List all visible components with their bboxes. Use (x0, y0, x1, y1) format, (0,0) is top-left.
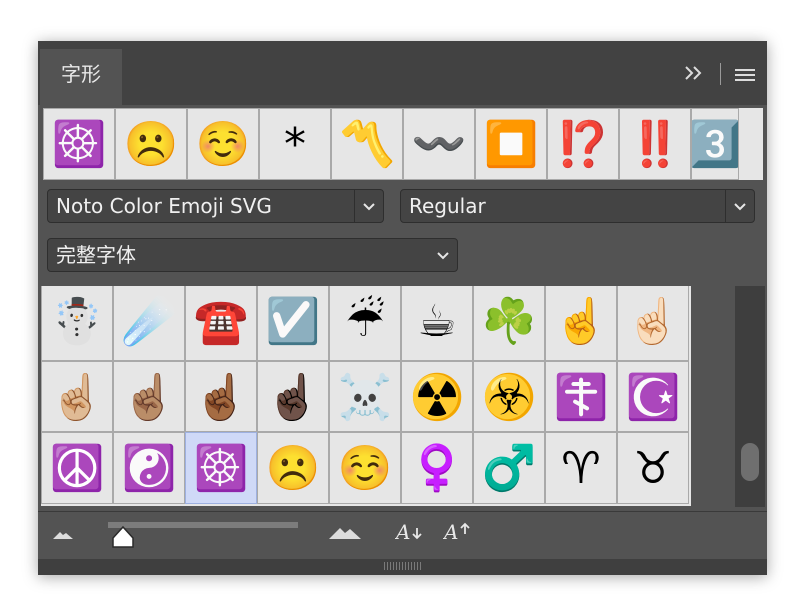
glyph-cell[interactable]: ☑️ (257, 286, 329, 361)
glyph-filter-value: 完整字体 (56, 243, 136, 267)
recent-glyph-cell[interactable]: * (259, 108, 331, 180)
svg-text:A: A (443, 520, 458, 543)
glyphs-tab-label: 字形 (61, 62, 101, 86)
glyph-cell[interactable]: ☣️ (473, 361, 545, 432)
mountain-small-icon[interactable] (52, 530, 74, 540)
glyph-cell[interactable]: ☮️ (41, 432, 113, 504)
scrollbar-thumb[interactable] (741, 443, 759, 481)
svg-text:A: A (395, 520, 410, 544)
glyph-cell[interactable]: ☝🏻 (617, 286, 689, 361)
glyph-cell[interactable]: ☺️ (329, 432, 401, 504)
recent-glyph-cell[interactable]: ☺️ (187, 108, 259, 180)
panel-tab-bar: 字形 (38, 41, 767, 105)
tab-divider (720, 63, 721, 85)
chevron-down-icon (437, 252, 449, 260)
chevron-down-icon (363, 203, 375, 211)
recent-glyph-cell[interactable]: 〰️ (403, 108, 475, 180)
recent-glyph-cell[interactable]: ⁉️ (547, 108, 619, 180)
glyph-cell[interactable]: ♂️ (473, 432, 545, 504)
resize-grip[interactable] (384, 562, 422, 570)
recent-glyph-cell[interactable]: ☸️ (43, 108, 115, 180)
glyph-cell[interactable]: ☹️ (257, 432, 329, 504)
font-size-decrease-icon[interactable]: A (395, 519, 427, 545)
chevron-down-icon (734, 203, 746, 211)
recent-glyph-cell[interactable]: ‼️ (619, 108, 691, 180)
glyph-cell[interactable]: ☄️ (113, 286, 185, 361)
font-size-increase-icon[interactable]: A (443, 517, 475, 543)
glyph-cell[interactable]: ♀️ (401, 432, 473, 504)
dropdown-divider (725, 190, 726, 222)
glyph-cell[interactable]: ☠️ (329, 361, 401, 432)
glyph-cell[interactable]: ☯️ (113, 432, 185, 504)
glyph-cell[interactable]: ☪️ (617, 361, 689, 432)
glyph-cell[interactable]: ☝🏾 (185, 361, 257, 432)
glyph-cell[interactable]: ☔ (329, 286, 401, 361)
glyphs-panel: 字形 ☸️☹️☺️*〽️〰️⏹️⁉️‼️3️⃣ Noto Color Emoji… (38, 41, 767, 575)
font-style-dropdown[interactable]: Regular (400, 189, 755, 223)
recent-glyph-cell[interactable]: ☹️ (115, 108, 187, 180)
glyph-grid: ☃️ ☄️ ☎️ ☑️ ☔ ☕ ☘️ ☝️ ☝🏻 ☝🏼 ☝🏽 ☝🏾 ☝🏿 ☠️ ☢️ ☣️ ☦️ ☪️ ☮️ ☯️ ☸️… (41, 286, 691, 506)
glyph-cell[interactable]: ☢️ (401, 361, 473, 432)
glyph-cell[interactable]: ☝🏿 (257, 361, 329, 432)
glyph-size-slider-track[interactable] (108, 522, 298, 528)
glyph-cell[interactable]: ☝️ (545, 286, 617, 361)
glyph-cell[interactable]: ☎️ (185, 286, 257, 361)
recent-glyph-cell[interactable]: 3️⃣ (691, 108, 739, 180)
recent-glyph-cell[interactable]: ⏹️ (475, 108, 547, 180)
glyph-cell[interactable]: ♈ (545, 432, 617, 504)
glyph-cell[interactable]: ☸️ (185, 432, 257, 504)
recent-glyphs-strip: ☸️☹️☺️*〽️〰️⏹️⁉️‼️3️⃣ (43, 108, 763, 180)
glyph-cell[interactable]: ☕ (401, 286, 473, 361)
font-style-value: Regular (409, 194, 486, 218)
glyph-size-slider-thumb[interactable] (110, 525, 136, 549)
glyph-filter-dropdown[interactable]: 完整字体 (47, 238, 458, 272)
font-family-dropdown[interactable]: Noto Color Emoji SVG (47, 189, 384, 223)
hamburger-menu-icon[interactable] (734, 68, 756, 82)
font-family-value: Noto Color Emoji SVG (56, 194, 272, 218)
glyphs-tab[interactable]: 字形 (40, 49, 122, 105)
double-chevron-right-icon[interactable] (682, 63, 706, 83)
glyph-cell[interactable]: ☝🏼 (41, 361, 113, 432)
dropdown-divider (354, 190, 355, 222)
glyph-cell[interactable]: ☃️ (41, 286, 113, 361)
glyph-cell[interactable]: ☘️ (473, 286, 545, 361)
recent-glyph-cell[interactable]: 〽️ (331, 108, 403, 180)
glyph-cell[interactable]: ☝🏽 (113, 361, 185, 432)
glyph-cell[interactable]: ♉ (617, 432, 689, 504)
glyph-cell[interactable]: ☦️ (545, 361, 617, 432)
mountain-large-icon[interactable] (328, 525, 362, 540)
